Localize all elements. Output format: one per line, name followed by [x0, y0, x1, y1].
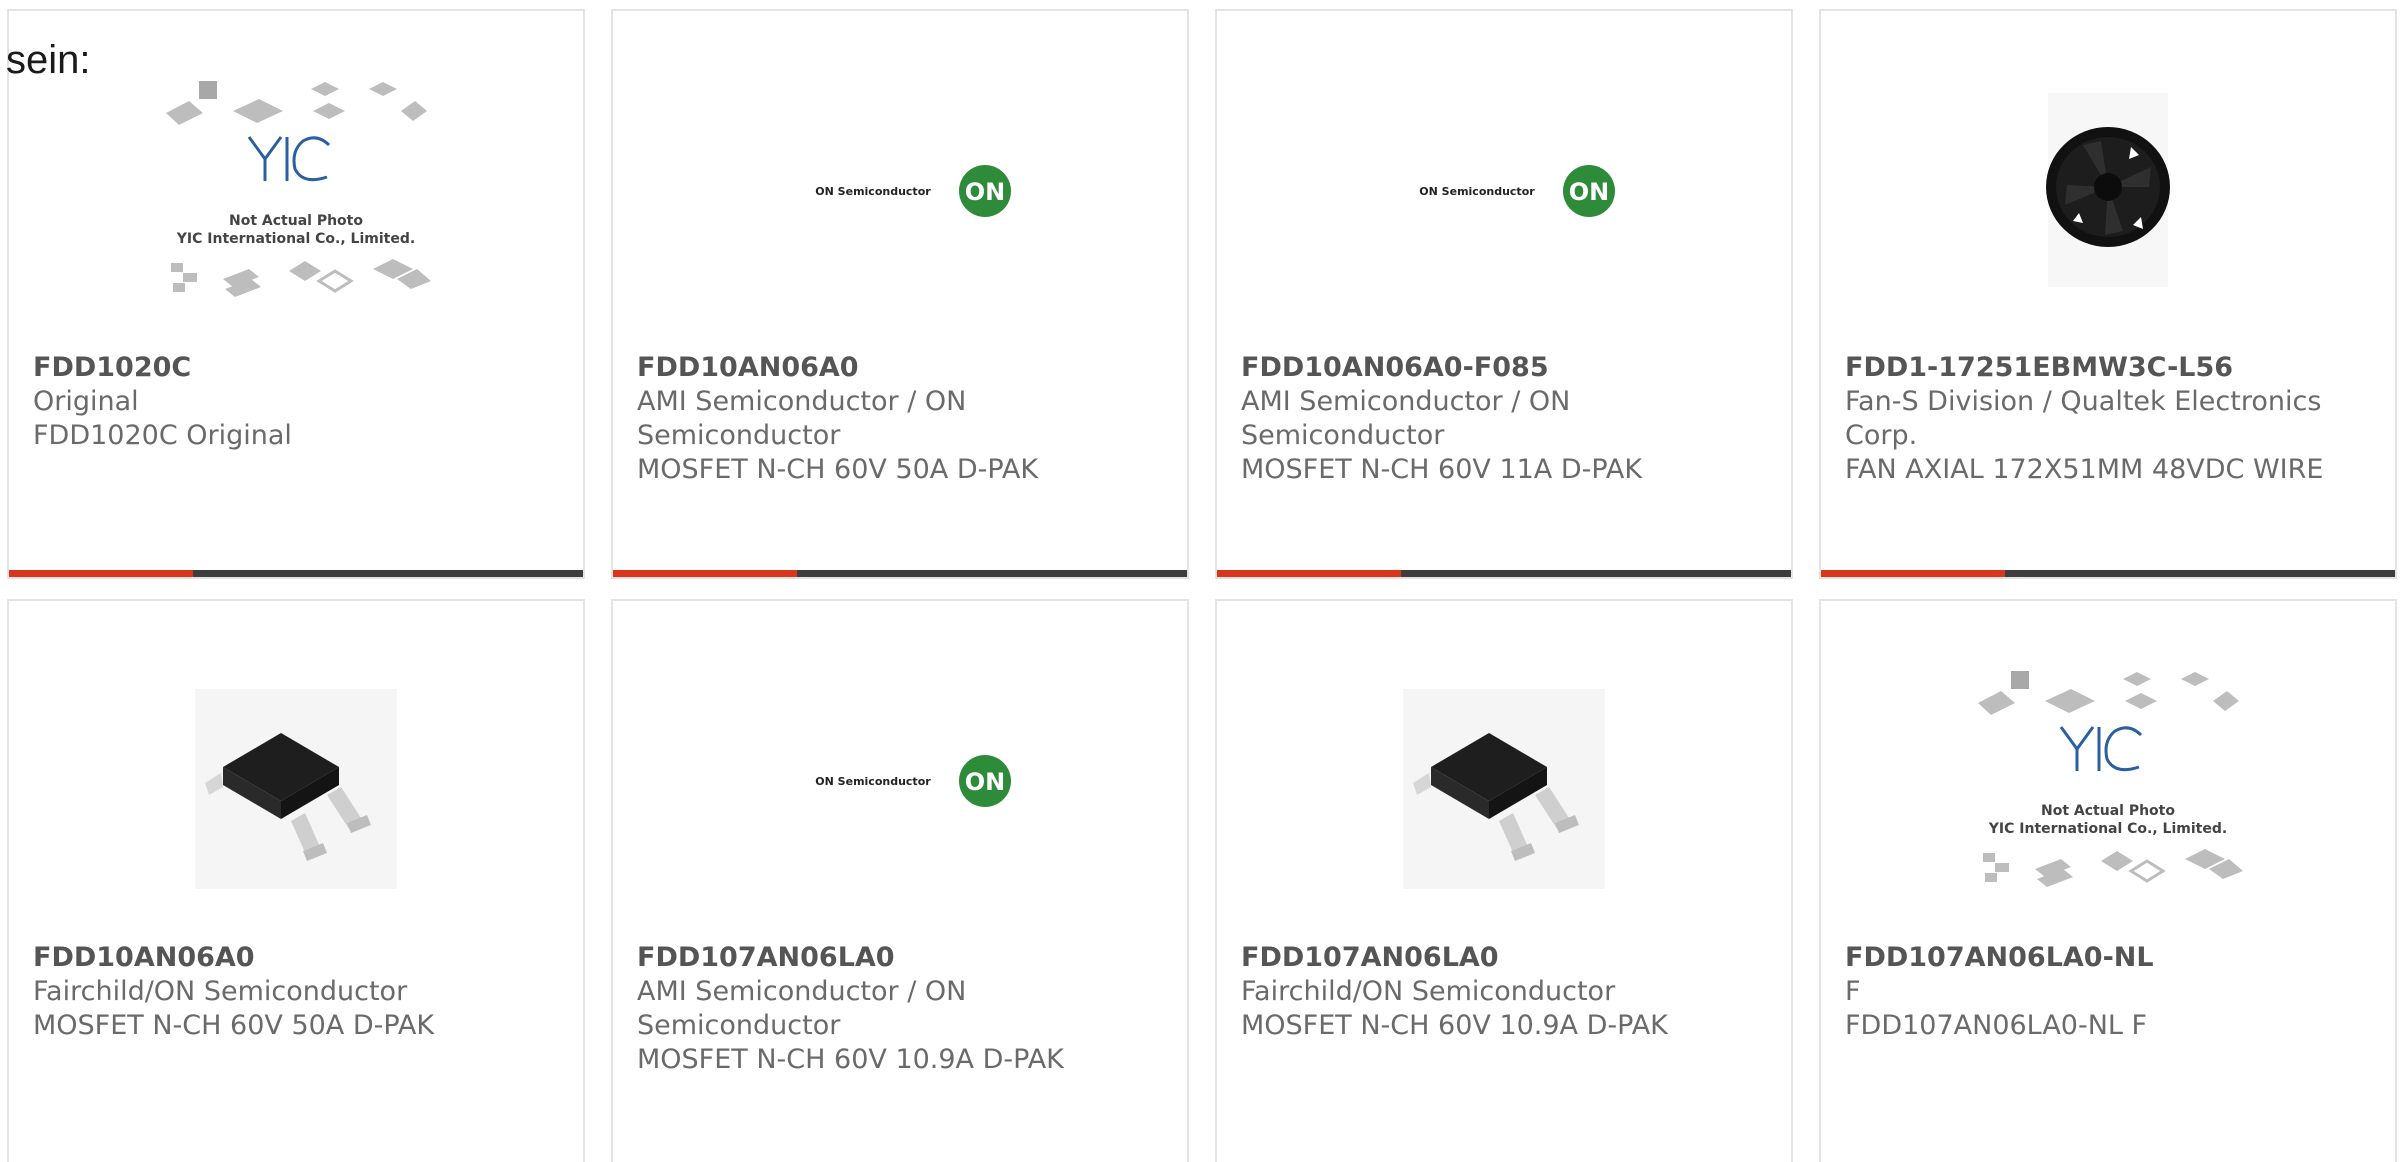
description: MOSFET N-CH 60V 10.9A D-PAK — [637, 1044, 1064, 1075]
product-card[interactable]: ON Semiconductor ON FDD107AN06LA0 AMI Se… — [611, 599, 1189, 1162]
product-info: FDD10AN06A0 AMI Semiconductor / ON Semic… — [637, 351, 1137, 487]
axial-fan-icon — [2046, 93, 2170, 287]
part-number[interactable]: FDD10AN06A0-F085 — [1241, 351, 1741, 385]
manufacturer: AMI Semiconductor / ON Semiconductor — [637, 976, 967, 1041]
manufacturer: AMI Semiconductor / ON Semiconductor — [1241, 386, 1571, 451]
progress-bar — [1821, 570, 2395, 577]
product-image[interactable]: Not Actual Photo YIC International Co., … — [1973, 665, 2243, 895]
manufacturer: Original — [33, 386, 139, 417]
part-number[interactable]: FDD10AN06A0 — [637, 351, 1137, 385]
product-info: FDD1-17251EBMW3C-L56 Fan-S Division / Qu… — [1845, 351, 2345, 487]
svg-text:ON: ON — [965, 768, 1006, 796]
part-number[interactable]: FDD107AN06LA0-NL — [1845, 941, 2345, 975]
description: FAN AXIAL 172X51MM 48VDC WIRE — [1845, 454, 2324, 485]
product-info: FDD107AN06LA0 AMI Semiconductor / ON Sem… — [637, 941, 1137, 1077]
product-card[interactable]: FDD1-17251EBMW3C-L56 Fan-S Division / Qu… — [1819, 9, 2397, 579]
product-info: FDD1020C Original FDD1020C Original — [33, 351, 533, 453]
product-card[interactable]: Not Actual Photo YIC International Co., … — [7, 9, 585, 579]
progress-bar-fill — [1217, 570, 1401, 577]
description: MOSFET N-CH 60V 50A D-PAK — [637, 454, 1039, 485]
product-grid-page: sein: Not Actual Photo YIC International… — [0, 0, 2400, 1162]
svg-text:ON: ON — [1569, 178, 1610, 206]
progress-bar-fill — [613, 570, 797, 577]
progress-bar-fill — [9, 570, 193, 577]
product-info: FDD10AN06A0 Fairchild/ON Semiconductor M… — [33, 941, 533, 1043]
dpak-package-icon — [1403, 689, 1605, 889]
manufacturer: F — [1845, 976, 1861, 1007]
svg-text:ON Semiconductor: ON Semiconductor — [815, 775, 931, 788]
manufacturer: AMI Semiconductor / ON Semiconductor — [637, 386, 967, 451]
description: MOSFET N-CH 60V 11A D-PAK — [1241, 454, 1643, 485]
product-image[interactable] — [1973, 75, 2243, 305]
product-card[interactable]: FDD107AN06LA0 Fairchild/ON Semiconductor… — [1215, 599, 1793, 1162]
description: MOSFET N-CH 60V 50A D-PAK — [33, 1010, 435, 1041]
description: FDD107AN06LA0-NL F — [1845, 1010, 2148, 1041]
product-image[interactable]: ON Semiconductor ON — [1369, 75, 1639, 305]
manufacturer: Fairchild/ON Semiconductor — [1241, 976, 1616, 1007]
product-image[interactable]: Not Actual Photo YIC International Co., … — [161, 75, 431, 305]
part-number[interactable]: FDD107AN06LA0 — [637, 941, 1137, 975]
product-image[interactable]: ON Semiconductor ON — [765, 665, 1035, 895]
progress-bar — [613, 570, 1187, 577]
svg-text:YIC International Co., Limited: YIC International Co., Limited. — [1988, 821, 2227, 837]
part-number[interactable]: FDD1020C — [33, 351, 533, 385]
product-image[interactable]: ON Semiconductor ON — [765, 75, 1035, 305]
placeholder-chips-icon: Not Actual Photo YIC International Co., … — [1978, 671, 2243, 887]
on-semiconductor-logo-icon: ON Semiconductor ON — [815, 165, 1011, 217]
intro-text: sein: — [6, 38, 91, 82]
product-card[interactable]: ON Semiconductor ON FDD10AN06A0 AMI Semi… — [611, 9, 1189, 579]
description: MOSFET N-CH 60V 10.9A D-PAK — [1241, 1010, 1668, 1041]
svg-text:Not Actual Photo: Not Actual Photo — [2041, 803, 2175, 819]
progress-bar-fill — [1821, 570, 2005, 577]
part-number[interactable]: FDD1-17251EBMW3C-L56 — [1845, 351, 2345, 385]
product-image[interactable] — [1369, 665, 1639, 895]
product-info: FDD107AN06LA0 Fairchild/ON Semiconductor… — [1241, 941, 1741, 1043]
svg-text:YIC International Co., Limited: YIC International Co., Limited. — [176, 231, 415, 247]
product-info: FDD107AN06LA0-NL F FDD107AN06LA0-NL F — [1845, 941, 2345, 1043]
product-image[interactable] — [161, 665, 431, 895]
part-number[interactable]: FDD10AN06A0 — [33, 941, 533, 975]
placeholder-chips-icon: Not Actual Photo YIC International Co., … — [166, 81, 431, 297]
manufacturer: Fan-S Division / Qualtek Electronics Cor… — [1845, 386, 2322, 451]
svg-text:ON Semiconductor: ON Semiconductor — [815, 185, 931, 198]
product-card[interactable]: Not Actual Photo YIC International Co., … — [1819, 599, 2397, 1162]
progress-bar — [1217, 570, 1791, 577]
svg-text:ON Semiconductor: ON Semiconductor — [1419, 185, 1535, 198]
progress-bar — [9, 570, 583, 577]
product-card[interactable]: FDD10AN06A0 Fairchild/ON Semiconductor M… — [7, 599, 585, 1162]
on-semiconductor-logo-icon: ON Semiconductor ON — [1419, 165, 1615, 217]
manufacturer: Fairchild/ON Semiconductor — [33, 976, 408, 1007]
svg-text:ON: ON — [965, 178, 1006, 206]
dpak-package-icon — [195, 689, 397, 889]
description: FDD1020C Original — [33, 420, 292, 451]
svg-text:Not Actual Photo: Not Actual Photo — [229, 213, 363, 229]
product-info: FDD10AN06A0-F085 AMI Semiconductor / ON … — [1241, 351, 1741, 487]
product-card[interactable]: ON Semiconductor ON FDD10AN06A0-F085 AMI… — [1215, 9, 1793, 579]
part-number[interactable]: FDD107AN06LA0 — [1241, 941, 1741, 975]
on-semiconductor-logo-icon: ON Semiconductor ON — [815, 755, 1011, 807]
